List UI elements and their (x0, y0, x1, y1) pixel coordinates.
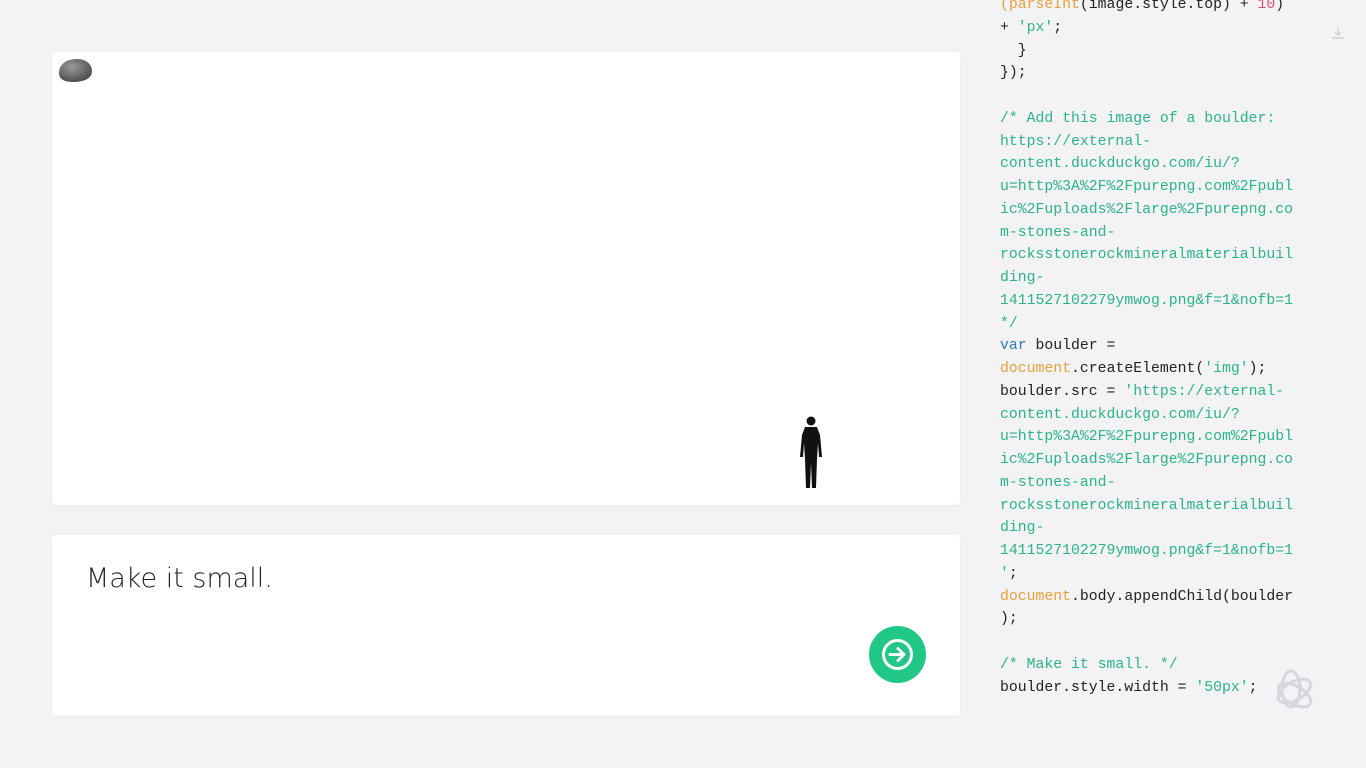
code-token: ; (1008, 565, 1018, 582)
code-token: content.duckduckgo.com/iu/? (1000, 406, 1240, 423)
code-line: ding- (1000, 267, 1293, 290)
code-token: content.duckduckgo.com/iu/? (1000, 156, 1240, 173)
code-token: 1411527102279ymwog.png&f=1&nofb=1 (1000, 292, 1294, 309)
code-line: rocksstonerockmineralmaterialbuil (1000, 244, 1293, 267)
code-token: m-stones-and- (1000, 224, 1116, 241)
boulder-image (59, 59, 92, 82)
code-token: boulder.style.width = (1000, 679, 1196, 696)
code-line: document.createElement('img'); (1000, 358, 1293, 381)
code-line: ic%2Fuploads%2Flarge%2Fpurepng.co (1000, 199, 1293, 222)
code-token: (image.style.top) + (1079, 0, 1258, 13)
code-token: '50px' (1195, 679, 1249, 696)
code-line: 1411527102279ymwog.png&f=1&nofb=1 (1000, 540, 1293, 563)
code-token: document (1000, 588, 1072, 605)
code-token: boulder = (1026, 338, 1116, 355)
code-line: rocksstonerockmineralmaterialbuil (1000, 495, 1293, 518)
code-line: /* Add this image of a boulder: (1000, 108, 1293, 131)
code-line: var boulder = (1000, 335, 1293, 358)
code-token: } (1000, 42, 1027, 59)
code-token: ) (1275, 0, 1285, 13)
code-token: ding- (1000, 520, 1045, 537)
code-token: 'img' (1204, 361, 1249, 377)
code-line: */ (1000, 313, 1293, 336)
code-line: u=http%3A%2F%2Fpurepng.com%2Fpubl (1000, 176, 1293, 199)
code-token: 1411527102279ymwog.png&f=1&nofb=1 (1000, 543, 1294, 559)
code-line: content.duckduckgo.com/iu/? (1000, 404, 1293, 427)
code-line: ); (1000, 608, 1293, 631)
code-line: boulder.src = 'https://external- (1000, 381, 1293, 404)
code-line: document.body.appendChild(boulder (1000, 586, 1293, 609)
person-silhouette-image (800, 416, 822, 488)
code-token: m-stones-and- (1000, 474, 1116, 491)
code-token: ; (1053, 19, 1063, 36)
code-line: m-stones-and- (1000, 472, 1293, 495)
code-token: 'px' (1017, 19, 1054, 36)
code-token: .body.appendChild(boulder (1071, 588, 1294, 605)
code-line: + 'px'; (1000, 17, 1293, 40)
code-line: content.duckduckgo.com/iu/? (1000, 153, 1293, 176)
code-line: u=http%3A%2F%2Fpurepng.com%2Fpubl (1000, 426, 1293, 449)
code-token: u=http%3A%2F%2Fpurepng.com%2Fpubl (1000, 179, 1294, 195)
arrow-right-icon (882, 639, 913, 670)
code-token: + (1000, 19, 1018, 36)
code-token: ding- (1000, 270, 1045, 286)
prompt-input[interactable]: Make it small. (86, 563, 273, 594)
code-token: .createElement( (1071, 361, 1205, 377)
code-line: boulder.style.width = '50px'; (1000, 677, 1293, 700)
code-token: ); (1248, 361, 1267, 377)
openai-logo-icon (1276, 669, 1313, 709)
code-token: ; (1248, 679, 1258, 696)
generated-code: (parseInt(image.style.top) + 10) + 'px'; … (1000, 0, 1293, 699)
code-line: https://external- (1000, 131, 1293, 154)
prompt-panel[interactable]: Make it small. (52, 535, 960, 716)
code-line: '; (1000, 563, 1293, 586)
code-token: boulder.src = (1000, 383, 1125, 400)
code-token: 10 (1257, 0, 1276, 13)
output-canvas (52, 52, 960, 505)
code-token: ); (1000, 611, 1018, 628)
code-line: m-stones-and- (1000, 222, 1293, 245)
code-line: }); (1000, 62, 1293, 85)
code-token: rocksstonerockmineralmaterialbuil (1000, 497, 1294, 514)
code-line: 1411527102279ymwog.png&f=1&nofb=1 (1000, 290, 1293, 313)
code-token: */ (1000, 315, 1018, 332)
code-line: ding- (1000, 517, 1293, 540)
code-token: ic%2Fuploads%2Flarge%2Fpurepng.co (1000, 201, 1294, 218)
download-icon[interactable] (1331, 26, 1345, 40)
code-line: (parseInt(image.style.top) + 10) (1000, 0, 1293, 17)
code-token: u=http%3A%2F%2Fpurepng.com%2Fpubl (1000, 429, 1294, 446)
code-token: rocksstonerockmineralmaterialbuil (1000, 247, 1294, 264)
code-token: }); (1000, 65, 1027, 82)
code-token: https://external- (1000, 133, 1151, 150)
code-token: (parseInt (1000, 0, 1080, 13)
code-token: /* Make it small. */ (1000, 656, 1178, 673)
code-token: document (1000, 361, 1072, 377)
code-line: /* Make it small. */ (1000, 654, 1293, 677)
code-token: ic%2Fuploads%2Flarge%2Fpurepng.co (1000, 452, 1294, 468)
code-token: /* Add this image of a boulder: (1000, 110, 1276, 127)
code-token: var (1000, 338, 1027, 355)
send-button[interactable] (869, 626, 926, 683)
code-token: 'https://external- (1124, 383, 1285, 400)
code-line: } (1000, 40, 1293, 63)
code-token: ' (1000, 565, 1009, 582)
code-line: ic%2Fuploads%2Flarge%2Fpurepng.co (1000, 449, 1293, 472)
